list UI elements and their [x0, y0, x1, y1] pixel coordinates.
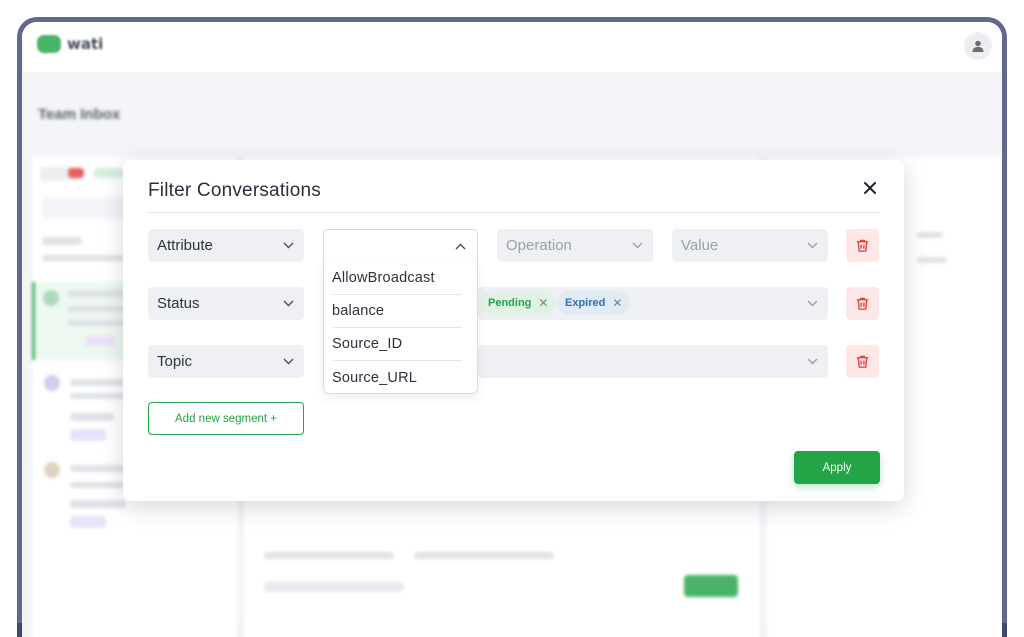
status-tag-expired: Expired ✕ — [557, 291, 631, 315]
chevron-down-icon — [805, 297, 819, 311]
topic-field-select[interactable]: Topic — [148, 345, 304, 378]
tag-label: Expired — [565, 297, 606, 309]
add-segment-button[interactable]: Add new segment + — [148, 402, 304, 435]
topic-field-label: Topic — [157, 353, 193, 370]
chevron-down-icon — [805, 239, 819, 253]
dropdown-option[interactable]: Source_ID — [332, 328, 462, 361]
value-placeholder: Value — [681, 237, 719, 254]
dropdown-option[interactable]: balance — [332, 295, 462, 328]
chevron-down-icon — [630, 239, 644, 253]
trash-icon — [856, 297, 869, 310]
filter-modal: Filter Conversations Attribute Operation… — [123, 160, 904, 501]
dropdown-option[interactable]: Source_URL — [332, 361, 462, 394]
remove-tag-icon[interactable]: ✕ — [538, 296, 548, 310]
chevron-down-icon — [281, 239, 295, 253]
title-divider — [148, 212, 880, 213]
topic-value-select[interactable] — [478, 345, 828, 378]
delete-segment-button[interactable] — [846, 287, 879, 320]
trash-icon — [856, 355, 869, 368]
operation-select[interactable]: Operation — [497, 229, 653, 262]
attribute-field-select[interactable]: Attribute — [148, 229, 304, 262]
close-button[interactable] — [859, 177, 881, 199]
close-icon — [864, 182, 876, 194]
attribute-dropdown-menu: AllowBroadcast balance Source_ID Source_… — [323, 262, 478, 394]
chevron-down-icon — [281, 297, 295, 311]
value-select[interactable]: Value — [672, 229, 828, 262]
delete-segment-button[interactable] — [846, 229, 879, 262]
status-field-label: Status — [157, 295, 200, 312]
attribute-field-label: Attribute — [157, 237, 213, 254]
dropdown-option[interactable]: AllowBroadcast — [332, 262, 462, 295]
chevron-down-icon — [281, 355, 295, 369]
chevron-down-icon — [805, 355, 819, 369]
remove-tag-icon[interactable]: ✕ — [612, 296, 622, 310]
attribute-name-select-open[interactable] — [323, 229, 478, 262]
tag-label: Pending — [488, 297, 532, 309]
status-field-select[interactable]: Status — [148, 287, 304, 320]
apply-button[interactable]: Apply — [794, 451, 880, 484]
delete-segment-button[interactable] — [846, 345, 879, 378]
chevron-up-icon — [453, 239, 467, 253]
operation-placeholder: Operation — [506, 237, 572, 254]
trash-icon — [856, 239, 869, 252]
modal-title: Filter Conversations — [148, 180, 321, 201]
status-tag-pending: Pending ✕ — [480, 291, 557, 315]
